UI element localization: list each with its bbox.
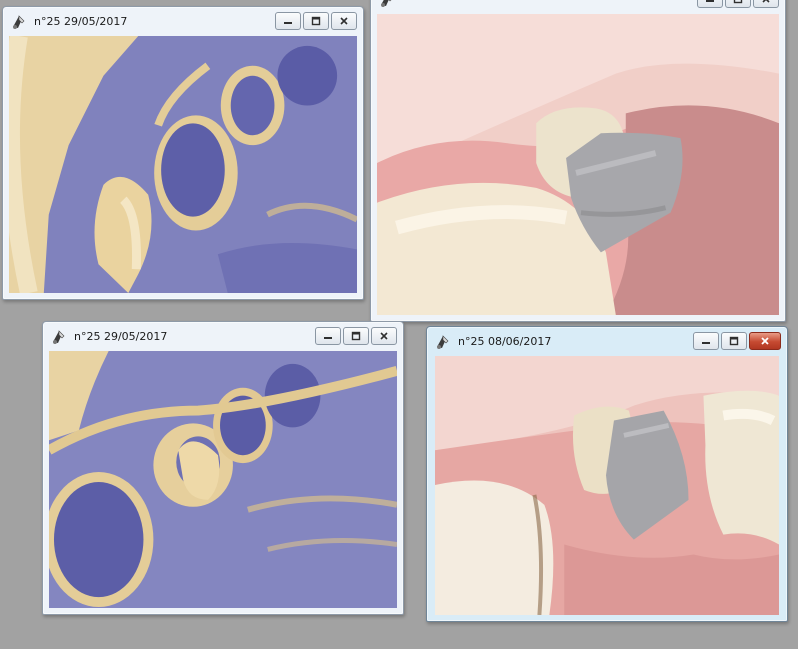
intraoral-photo-image <box>377 14 779 315</box>
minimize-icon <box>706 0 714 2</box>
photo-viewport <box>377 14 779 315</box>
photo-viewport <box>435 356 779 615</box>
close-button[interactable] <box>749 332 781 350</box>
minimize-icon <box>284 22 292 24</box>
maximize-icon <box>351 331 361 341</box>
window-title: n°25 29/05/2017 <box>34 15 128 28</box>
maximize-icon <box>311 16 321 26</box>
close-icon <box>761 337 769 345</box>
minimize-button[interactable] <box>693 332 719 350</box>
camera-app-icon <box>381 0 391 7</box>
impression-photo-image <box>9 36 357 293</box>
title-bar[interactable] <box>371 0 785 14</box>
close-button[interactable] <box>753 0 779 8</box>
minimize-button[interactable] <box>315 327 341 345</box>
close-icon <box>340 17 348 25</box>
close-button[interactable] <box>331 12 357 30</box>
camera-app-icon <box>13 14 25 29</box>
maximize-button[interactable] <box>343 327 369 345</box>
close-button[interactable] <box>371 327 397 345</box>
close-icon <box>762 0 770 3</box>
photo-window-1[interactable]: n°25 29/05/2017 <box>2 6 364 300</box>
camera-app-icon <box>53 329 65 344</box>
photo-viewport <box>49 351 397 608</box>
title-bar[interactable]: n°25 29/05/2017 <box>43 322 403 351</box>
maximize-icon <box>733 0 743 4</box>
minimize-button[interactable] <box>697 0 723 8</box>
close-icon <box>380 332 388 340</box>
photo-window-2[interactable] <box>370 0 786 322</box>
maximize-button[interactable] <box>725 0 751 8</box>
minimize-button[interactable] <box>275 12 301 30</box>
maximize-button[interactable] <box>721 332 747 350</box>
minimize-icon <box>324 337 332 339</box>
photo-window-3[interactable]: n°25 29/05/2017 <box>42 321 404 615</box>
window-title: n°25 29/05/2017 <box>74 330 168 343</box>
impression-photo-image <box>49 351 397 608</box>
title-bar[interactable]: n°25 29/05/2017 <box>3 7 363 36</box>
photo-viewport <box>9 36 357 293</box>
title-bar[interactable]: n°25 08/06/2017 <box>427 327 787 356</box>
intraoral-photo-image <box>435 356 779 615</box>
maximize-icon <box>729 336 739 346</box>
maximize-button[interactable] <box>303 12 329 30</box>
minimize-icon <box>702 342 710 344</box>
photo-window-4[interactable]: n°25 08/06/2017 <box>426 326 788 622</box>
window-title: n°25 08/06/2017 <box>458 335 552 348</box>
camera-app-icon <box>437 334 449 349</box>
